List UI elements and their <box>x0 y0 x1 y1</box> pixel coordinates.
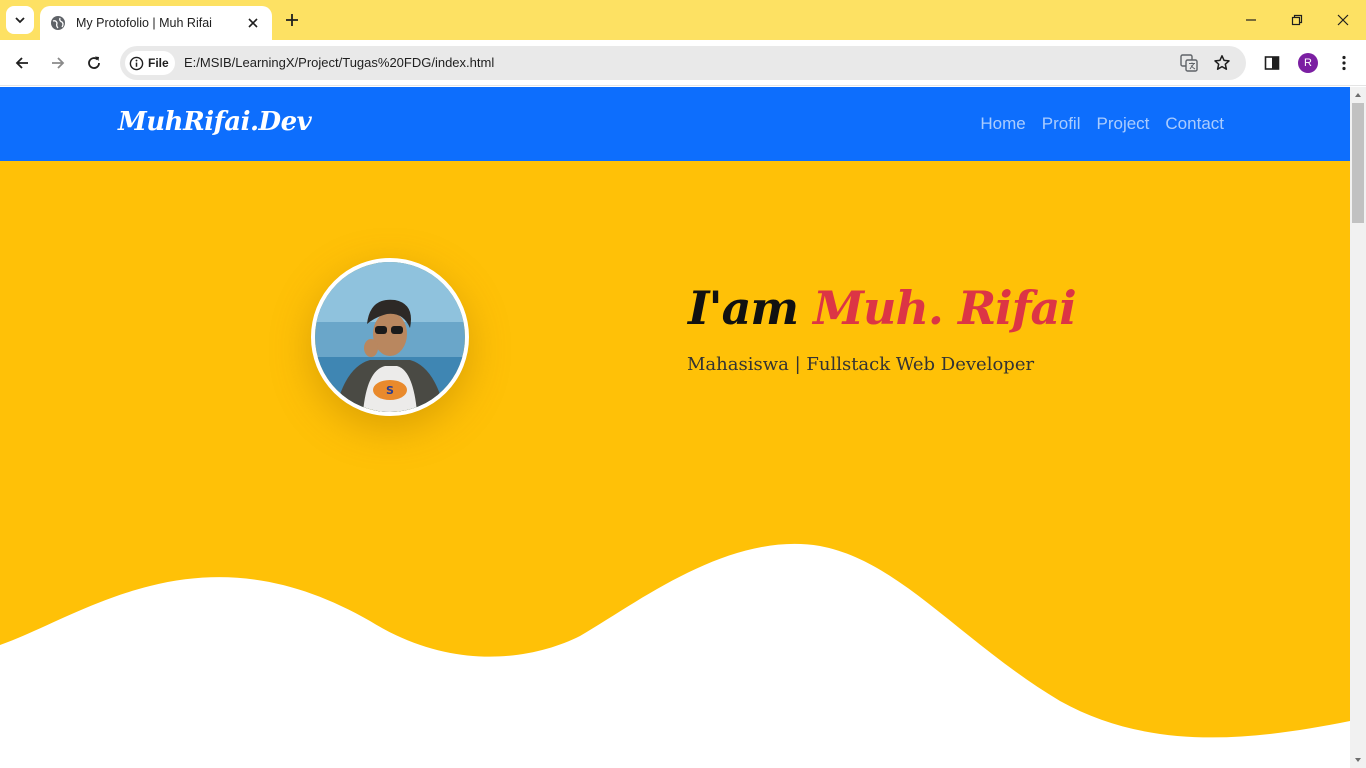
nav-link-home[interactable]: Home <box>980 114 1025 134</box>
hero-section: S I'am Muh. Rifai Mahasiswa | Fullstack … <box>0 161 1350 768</box>
reload-button[interactable] <box>79 48 109 78</box>
close-icon <box>1337 14 1349 26</box>
menu-button[interactable] <box>1329 48 1359 78</box>
address-bar[interactable]: File E:/MSIB/LearningX/Project/Tugas%20F… <box>120 46 1246 80</box>
forward-button[interactable] <box>43 48 73 78</box>
translate-button[interactable] <box>1177 51 1201 75</box>
bookmark-button[interactable] <box>1210 51 1234 75</box>
window-close-button[interactable] <box>1320 0 1366 40</box>
site-navbar: MuhRifai.Dev Home Profil Project Contact <box>0 87 1350 161</box>
plus-icon <box>286 14 298 26</box>
side-panel-icon <box>1264 56 1280 70</box>
scroll-down-button[interactable] <box>1350 752 1366 768</box>
site-brand[interactable]: MuhRifai.Dev <box>118 107 312 137</box>
tab-search-button[interactable] <box>6 6 34 34</box>
minimize-icon <box>1246 19 1256 21</box>
scroll-up-button[interactable] <box>1350 87 1366 103</box>
page-viewport: MuhRifai.Dev Home Profil Project Contact… <box>0 87 1350 768</box>
scrollbar-thumb[interactable] <box>1352 103 1364 223</box>
nav-link-contact[interactable]: Contact <box>1165 114 1224 134</box>
browser-toolbar: File E:/MSIB/LearningX/Project/Tugas%20F… <box>0 40 1366 86</box>
nav-link-profil[interactable]: Profil <box>1042 114 1081 134</box>
browser-tab-bar: My Protofolio | Muh Rifai <box>0 0 1366 40</box>
hero-wave-background <box>0 161 1350 768</box>
avatar: R <box>1298 53 1318 73</box>
reload-icon <box>88 56 100 69</box>
side-panel-button[interactable] <box>1257 48 1287 78</box>
triangle-up-icon <box>1355 93 1361 97</box>
translate-icon <box>1180 54 1198 72</box>
hero-greeting: I'am <box>688 281 799 335</box>
nav-link-project[interactable]: Project <box>1096 114 1149 134</box>
back-button[interactable] <box>7 48 37 78</box>
tab-close-button[interactable] <box>244 14 262 32</box>
more-vertical-icon <box>1342 55 1346 71</box>
site-chip-label: File <box>148 56 169 70</box>
tab-title: My Protofolio | Muh Rifai <box>76 16 212 30</box>
profile-photo-image: S <box>315 262 465 412</box>
arrow-left-icon <box>15 57 28 69</box>
hero-headline: I'am Muh. Rifai <box>688 281 1077 335</box>
nav-links: Home Profil Project Contact <box>980 114 1224 134</box>
profile-photo: S <box>311 258 469 416</box>
restore-icon <box>1291 14 1303 26</box>
close-icon <box>248 18 258 28</box>
chevron-down-icon <box>15 17 25 24</box>
hero-name: Muh. Rifai <box>813 281 1077 335</box>
site-info-chip[interactable]: File <box>125 51 175 75</box>
arrow-right-icon <box>52 57 65 69</box>
svg-text:S: S <box>386 384 394 397</box>
profile-button[interactable]: R <box>1293 48 1323 78</box>
page-scrollbar[interactable] <box>1350 87 1366 768</box>
new-tab-button[interactable] <box>280 8 304 32</box>
hero-tagline: Mahasiswa | Fullstack Web Developer <box>687 354 1035 375</box>
triangle-down-icon <box>1355 758 1361 762</box>
star-icon <box>1214 55 1230 70</box>
globe-icon <box>51 16 65 30</box>
restore-button[interactable] <box>1274 0 1320 40</box>
info-icon <box>129 56 144 70</box>
minimize-button[interactable] <box>1228 0 1274 40</box>
url-text[interactable]: E:/MSIB/LearningX/Project/Tugas%20FDG/in… <box>184 55 494 70</box>
browser-tab-active[interactable]: My Protofolio | Muh Rifai <box>40 6 272 40</box>
